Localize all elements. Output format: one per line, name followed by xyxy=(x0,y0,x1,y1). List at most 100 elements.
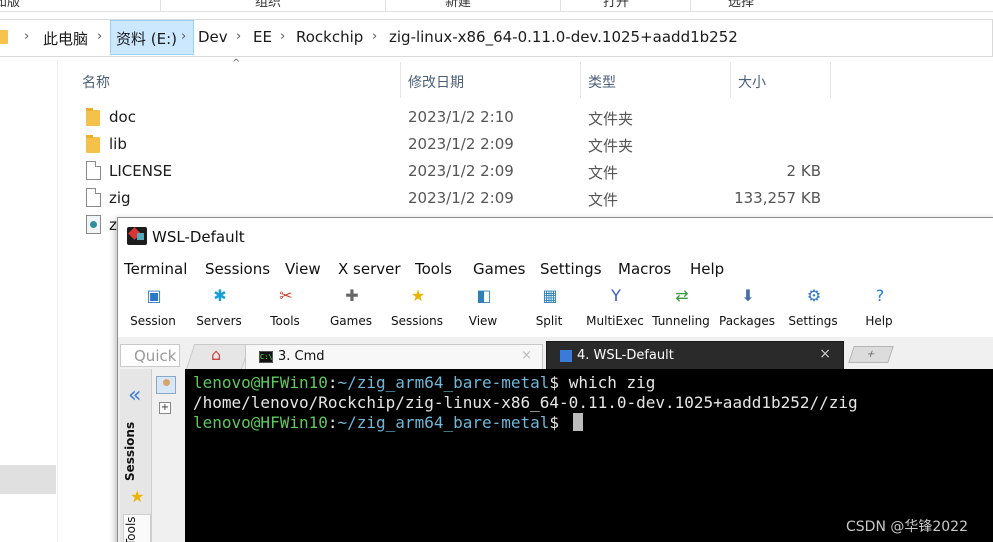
ribbon-label[interactable]: 打开 xyxy=(603,0,629,10)
toolbar-button-label: Games xyxy=(330,314,372,328)
toolbar-button-sessions[interactable]: ★ Sessions xyxy=(385,283,449,335)
file-size: 2 KB xyxy=(786,162,821,180)
breadcrumb-item[interactable]: 此电脑 xyxy=(43,28,88,49)
menu-x-server[interactable]: X server xyxy=(338,260,401,278)
ribbon-label[interactable]: 知版 xyxy=(0,0,20,10)
chevron-right-icon: › xyxy=(181,29,187,44)
file-row[interactable]: LICENSE 2023/1/2 2:09 文件 2 KB xyxy=(80,158,840,185)
toolbar-button-label: Tools xyxy=(270,314,300,328)
breadcrumb-item[interactable]: EE xyxy=(253,28,272,46)
mobaxterm-logo-icon xyxy=(127,227,147,245)
menu-games[interactable]: Games xyxy=(473,260,525,278)
menu-view[interactable]: View xyxy=(285,260,321,278)
close-icon[interactable]: × xyxy=(521,348,532,363)
address-bar[interactable]: › 此电脑 › 资料 (E:) › Dev › EE › Rockchip › … xyxy=(0,19,993,57)
star-icon[interactable]: ★ xyxy=(130,487,144,506)
file-type: 文件 xyxy=(588,191,619,209)
quick-connect-input[interactable]: Quick xyxy=(120,344,180,367)
column-header-type[interactable]: 类型 xyxy=(588,72,616,108)
toolbar-button-view[interactable]: ◧ View xyxy=(451,283,515,335)
nav-pane-divider xyxy=(57,60,58,542)
menu-settings[interactable]: Settings xyxy=(540,260,602,278)
chevron-right-icon: › xyxy=(97,29,103,44)
file-type: 文件夹 xyxy=(588,137,634,155)
toolbar-button-label: Packages xyxy=(719,314,775,328)
column-header-date[interactable]: 修改日期 xyxy=(408,72,464,108)
file-icon xyxy=(86,188,101,207)
toolbar-button-tunneling[interactable]: ⇄ Tunneling xyxy=(649,283,713,335)
user-sessions-icon[interactable] xyxy=(156,376,176,394)
nav-pane-selected-item[interactable] xyxy=(0,465,56,494)
toolbar-button-help[interactable]: ? Help xyxy=(847,283,911,335)
home-icon[interactable]: ⌂ xyxy=(211,345,221,364)
terminal-cursor xyxy=(572,413,583,431)
toolbar-button-label: Split xyxy=(535,314,563,328)
menu-terminal[interactable]: Terminal xyxy=(124,260,187,278)
toolbar-button-label: View xyxy=(468,314,498,328)
split-icon: ▦ xyxy=(542,286,558,305)
toolbar-button-tools[interactable]: ✂ Tools xyxy=(253,283,317,335)
file-row[interactable]: doc 2023/1/2 2:10 文件夹 xyxy=(80,104,840,131)
chevron-right-icon: › xyxy=(372,29,378,44)
file-date: 2023/1/2 2:09 xyxy=(408,162,514,180)
ribbon-label[interactable]: 组织 xyxy=(255,0,281,10)
file-size: 133,257 KB xyxy=(734,189,821,207)
menu-bar: Terminal Sessions View X server Tools Ga… xyxy=(118,255,993,281)
terminal-line: lenovo@HFWin10:~/zig_arm64_bare-metal$ w… xyxy=(193,373,656,392)
breadcrumb-item[interactable]: Dev xyxy=(198,28,228,46)
sort-up-icon: ^ xyxy=(232,58,241,69)
games-icon: ✚ xyxy=(345,286,359,305)
menu-help[interactable]: Help xyxy=(690,260,724,278)
tab-label: 4. WSL-Default xyxy=(577,348,674,363)
file-date: 2023/1/2 2:09 xyxy=(408,135,514,153)
toolbar-button-label: MultiExec xyxy=(586,314,644,328)
folder-icon xyxy=(0,30,8,44)
breadcrumb-item[interactable]: Rockchip xyxy=(296,28,363,46)
file-row[interactable]: lib 2023/1/2 2:09 文件夹 xyxy=(80,131,840,158)
column-header-name[interactable]: 名称 xyxy=(82,72,110,108)
tab-label: 3. Cmd xyxy=(278,349,325,364)
menu-sessions[interactable]: Sessions xyxy=(205,260,270,278)
tab-cmd[interactable]: C:\ 3. Cmd × xyxy=(245,344,543,370)
side-panel: « Sessions ★ Tools + xyxy=(118,369,185,542)
watermark: CSDN @华锋2022 xyxy=(846,519,968,535)
collapse-double-chevron-icon[interactable]: « xyxy=(128,383,141,408)
view-icon: ◧ xyxy=(476,286,492,305)
menu-tools[interactable]: Tools xyxy=(415,260,452,278)
expand-plus-icon[interactable]: + xyxy=(159,402,171,414)
breadcrumb-item[interactable]: 资料 (E:) xyxy=(116,28,177,49)
toolbar-button-split[interactable]: ▦ Split xyxy=(517,283,581,335)
toolbar-button-servers[interactable]: ✱ Servers xyxy=(187,283,251,335)
toolbar-button-multiexec[interactable]: Y MultiExec xyxy=(583,283,647,335)
side-tab-strip: « Sessions ★ Tools xyxy=(120,369,152,542)
toolbar-button-session[interactable]: ▣ Session xyxy=(121,283,185,335)
ribbon-label[interactable]: 选择 xyxy=(728,0,754,10)
file-icon xyxy=(86,161,101,180)
executable-icon xyxy=(86,215,101,234)
tools-side-tab[interactable]: Tools xyxy=(123,514,151,542)
multiexec-icon: Y xyxy=(611,286,621,305)
tab-wsl-default[interactable]: 4. WSL-Default × xyxy=(546,341,844,370)
ribbon-label[interactable]: 新建 xyxy=(445,0,471,10)
toolbar-button-settings[interactable]: ⚙ Settings xyxy=(781,283,845,335)
sessions-side-tab[interactable]: Sessions xyxy=(123,421,151,481)
menu-macros[interactable]: Macros xyxy=(618,260,671,278)
title-bar[interactable]: WSL-Default xyxy=(118,218,993,255)
file-type: 文件夹 xyxy=(588,110,634,128)
terminal-line: lenovo@HFWin10:~/zig_arm64_bare-metal$ xyxy=(193,413,583,432)
mobaxterm-window: WSL-Default Terminal Sessions View X ser… xyxy=(117,217,993,542)
close-icon[interactable]: × xyxy=(819,346,831,362)
cmd-icon: C:\ xyxy=(259,351,273,363)
breadcrumb-item[interactable]: zig-linux-x86_64-0.11.0-dev.1025+aadd1b2… xyxy=(389,28,738,46)
toolbar-button-label: Session xyxy=(130,314,176,328)
toolbar-button-games[interactable]: ✚ Games xyxy=(319,283,383,335)
file-name: lib xyxy=(109,135,127,153)
tools-icon: ✂ xyxy=(279,286,293,305)
new-tab-button[interactable]: + xyxy=(848,346,894,363)
windows-icon xyxy=(560,350,572,362)
chevron-right-icon: › xyxy=(24,29,30,44)
toolbar-button-packages[interactable]: ⬇ Packages xyxy=(715,283,779,335)
file-type: 文件 xyxy=(588,164,619,182)
file-row[interactable]: zig 2023/1/2 2:09 文件 133,257 KB xyxy=(80,185,840,212)
column-header-size[interactable]: 大小 xyxy=(738,72,766,108)
